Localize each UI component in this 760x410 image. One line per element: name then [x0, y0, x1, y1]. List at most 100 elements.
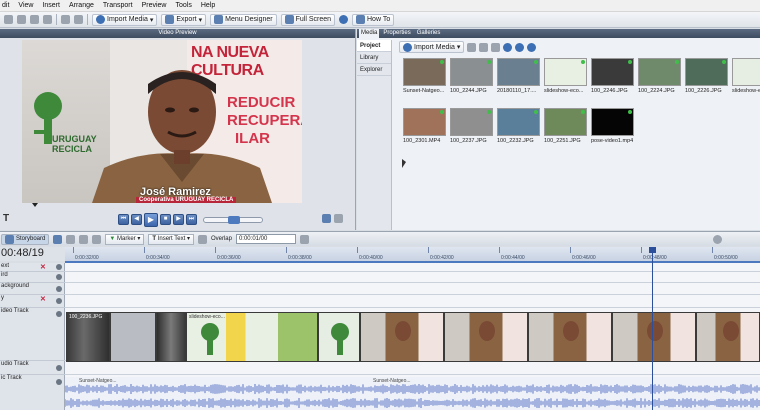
import-media-button[interactable]: Import Media ▾: [92, 13, 158, 26]
media-thumbnail[interactable]: pose-video1.mp4: [591, 108, 635, 144]
copy-icon[interactable]: [30, 15, 39, 24]
video-clip-interview[interactable]: [528, 312, 612, 362]
nav-explorer[interactable]: Explorer: [357, 64, 391, 76]
nav-library[interactable]: Library: [357, 52, 391, 64]
lock-icon[interactable]: [56, 286, 62, 292]
menu-insert[interactable]: Insert: [42, 2, 60, 9]
lane-third[interactable]: [65, 272, 760, 283]
video-clip-interview[interactable]: [696, 312, 760, 362]
help-icon[interactable]: [339, 15, 348, 24]
preview-position-marker[interactable]: [32, 203, 38, 207]
marker-button[interactable]: ▼ Marker ▾: [105, 233, 145, 245]
sort-icon[interactable]: [515, 42, 525, 52]
lane-overlay[interactable]: [65, 295, 760, 308]
lock-icon[interactable]: [56, 311, 62, 317]
video-clip-slideshow[interactable]: slideshow-eco...: [186, 312, 318, 362]
track-head-video[interactable]: ideo Track: [0, 308, 65, 361]
menu-view[interactable]: View: [18, 2, 33, 9]
lock-icon[interactable]: [56, 264, 62, 270]
track-head-overlay[interactable]: y ✕: [0, 295, 65, 308]
timeline-zoom-icon[interactable]: [712, 234, 722, 244]
display-mode-icon[interactable]: [322, 214, 331, 223]
copy-icon[interactable]: [479, 42, 489, 52]
track-head-audio[interactable]: udio Track: [0, 361, 65, 375]
cut-icon[interactable]: [467, 42, 477, 52]
view-icon[interactable]: [503, 42, 513, 52]
media-thumbnail[interactable]: 100_2251.JPG: [544, 108, 588, 144]
save-icon[interactable]: [4, 15, 13, 24]
volume-slider[interactable]: [203, 215, 263, 224]
volume-slider-knob[interactable]: [228, 215, 240, 224]
media-thumbnail[interactable]: 100_2301.MP4: [403, 108, 447, 144]
timeline-view-icon[interactable]: [53, 234, 63, 244]
menu-arrange[interactable]: Arrange: [69, 2, 94, 9]
playhead-line[interactable]: [652, 247, 653, 410]
video-frame[interactable]: URUGUAY RECICLA NA NUEVA CULTURA REDUCIR…: [22, 40, 302, 203]
redo-icon[interactable]: [74, 15, 83, 24]
cut-icon[interactable]: [17, 15, 26, 24]
forward-button[interactable]: ▶: [173, 214, 184, 225]
overlap-input[interactable]: 0:00:01/00: [235, 234, 296, 244]
edit-icon[interactable]: [491, 42, 501, 52]
menu-tools[interactable]: Tools: [175, 2, 191, 9]
full-screen-button[interactable]: Full Screen: [280, 13, 335, 26]
menu-edit[interactable]: dit: [2, 2, 9, 9]
lock-icon[interactable]: [56, 365, 62, 371]
insert-text-button[interactable]: T Insert Text ▾: [148, 233, 194, 245]
media-import-button[interactable]: Import Media ▾: [399, 41, 465, 53]
play-button[interactable]: ▶: [144, 212, 158, 227]
stop-button[interactable]: ■: [160, 214, 171, 225]
media-thumbnail[interactable]: 100_2244.JPG: [450, 58, 494, 94]
remove-icon[interactable]: ✕: [40, 263, 46, 271]
lane-background[interactable]: [65, 283, 760, 295]
track-head-music[interactable]: ic Track: [0, 375, 65, 410]
snapshot-icon[interactable]: [334, 214, 343, 223]
music-track-lane[interactable]: Sunset-Natgeo... Sunset-Natgeo...: [65, 377, 760, 410]
how-to-button[interactable]: How To: [352, 13, 395, 26]
rewind-button[interactable]: ◀: [131, 214, 142, 225]
menu-transport[interactable]: Transport: [103, 2, 133, 9]
media-thumbnail[interactable]: 100_2224.JPG: [638, 58, 682, 94]
export-button[interactable]: Export ▾: [161, 13, 207, 26]
nav-project[interactable]: Project: [357, 40, 391, 52]
split-icon[interactable]: [92, 234, 102, 244]
video-clip[interactable]: [156, 312, 186, 362]
video-clip-gap[interactable]: [110, 312, 156, 362]
menu-help[interactable]: Help: [201, 2, 215, 9]
undo-icon[interactable]: [61, 15, 70, 24]
lock-icon[interactable]: [56, 274, 62, 280]
lane-audio[interactable]: [65, 361, 760, 375]
video-clip[interactable]: 100_2236.JPG: [66, 312, 110, 362]
lock-icon[interactable]: [56, 379, 62, 385]
video-clip-slideshow[interactable]: [318, 312, 360, 362]
storyboard-button[interactable]: Storyboard: [1, 233, 50, 245]
menu-designer-button[interactable]: Menu Designer: [210, 13, 277, 26]
media-thumbnail[interactable]: Sunset-Natgeo...: [403, 58, 447, 94]
zoom-out-icon[interactable]: [79, 234, 89, 244]
remove-icon[interactable]: ✕: [40, 295, 46, 303]
skip-start-button[interactable]: ⏮: [118, 214, 129, 225]
video-clip-interview[interactable]: [444, 312, 528, 362]
media-thumbnail[interactable]: 100_2226.JPG: [685, 58, 729, 94]
video-clip-interview[interactable]: [612, 312, 696, 362]
media-thumbnail[interactable]: slideshow-eco...: [732, 58, 760, 94]
media-thumbnail[interactable]: 100_2246.JPG: [591, 58, 635, 94]
track-head-third[interactable]: ird: [0, 272, 65, 283]
scissors-icon[interactable]: [299, 234, 309, 244]
media-thumbnail[interactable]: 100_2232.JPG: [497, 108, 541, 144]
media-thumbnail[interactable]: slideshow-eco...: [544, 58, 588, 94]
lane-text[interactable]: [65, 263, 760, 272]
zoom-icon[interactable]: [527, 42, 537, 52]
tab-properties[interactable]: Properties: [381, 29, 412, 38]
lock-icon[interactable]: [56, 298, 62, 304]
skip-end-button[interactable]: ⏭: [186, 214, 197, 225]
paste-icon[interactable]: [43, 15, 52, 24]
tab-galleries[interactable]: Galleries: [415, 29, 443, 38]
track-head-background[interactable]: ackground: [0, 283, 65, 295]
zoom-in-icon[interactable]: [66, 234, 76, 244]
tab-media[interactable]: Media: [359, 29, 380, 38]
media-thumbnail[interactable]: 100_2237.JPG: [450, 108, 494, 144]
microphone-icon[interactable]: [197, 234, 207, 244]
media-thumbnail[interactable]: 20180110_17....: [497, 58, 541, 94]
video-clip-interview[interactable]: [360, 312, 444, 362]
